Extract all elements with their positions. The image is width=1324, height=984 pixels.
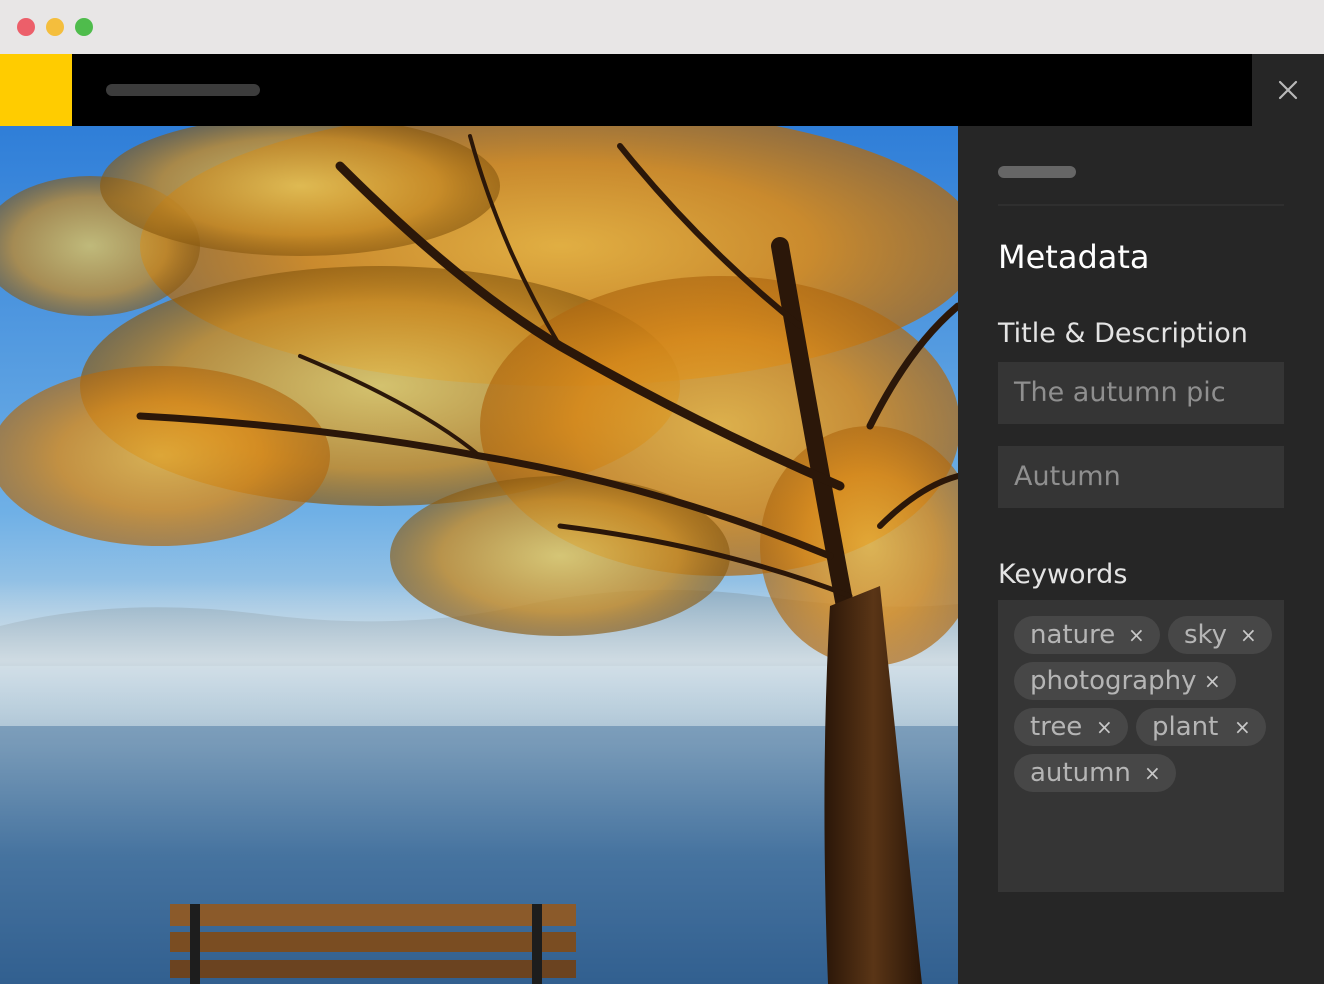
keyword-text: photography: [1030, 666, 1197, 696]
metadata-panel: Metadata Title & Description The autumn …: [958, 126, 1324, 984]
keyword-text: nature: [1030, 620, 1116, 650]
panel-placeholder-bar: [998, 166, 1076, 178]
description-field[interactable]: Autumn: [998, 446, 1284, 508]
remove-keyword-icon[interactable]: ×: [1234, 708, 1251, 746]
title-description-label: Title & Description: [998, 318, 1248, 349]
close-button[interactable]: [1252, 54, 1324, 126]
keyword-chip: tree ×: [1014, 708, 1128, 746]
keyword-text: tree: [1030, 712, 1083, 742]
brand-logo: [0, 54, 72, 126]
keyword-chip: nature ×: [1014, 616, 1160, 654]
keywords-label: Keywords: [998, 559, 1128, 590]
app-topbar: [0, 54, 1252, 126]
remove-keyword-icon[interactable]: ×: [1096, 708, 1113, 746]
keywords-box[interactable]: nature × sky × photography × tree × plan…: [998, 600, 1284, 892]
window-maximize-dot[interactable]: [75, 18, 93, 36]
window-close-dot[interactable]: [17, 18, 35, 36]
keyword-chip: sky ×: [1168, 616, 1272, 654]
keyword-chip: photography ×: [1014, 662, 1236, 700]
close-icon: [1278, 80, 1298, 100]
keyword-chip: plant ×: [1136, 708, 1266, 746]
remove-keyword-icon[interactable]: ×: [1240, 616, 1257, 654]
remove-keyword-icon[interactable]: ×: [1144, 754, 1161, 792]
panel-divider: [998, 204, 1284, 206]
keyword-text: sky: [1184, 620, 1228, 650]
keyword-text: autumn: [1030, 758, 1131, 788]
remove-keyword-icon[interactable]: ×: [1128, 616, 1145, 654]
remove-keyword-icon[interactable]: ×: [1204, 662, 1221, 700]
panel-heading: Metadata: [998, 238, 1150, 276]
window-titlebar: [0, 0, 1324, 54]
keyword-text: plant: [1152, 712, 1219, 742]
title-placeholder-bar: [106, 84, 260, 96]
window-minimize-dot[interactable]: [46, 18, 64, 36]
photo-preview: [0, 126, 958, 984]
title-field[interactable]: The autumn pic: [998, 362, 1284, 424]
keyword-chip: autumn ×: [1014, 754, 1176, 792]
